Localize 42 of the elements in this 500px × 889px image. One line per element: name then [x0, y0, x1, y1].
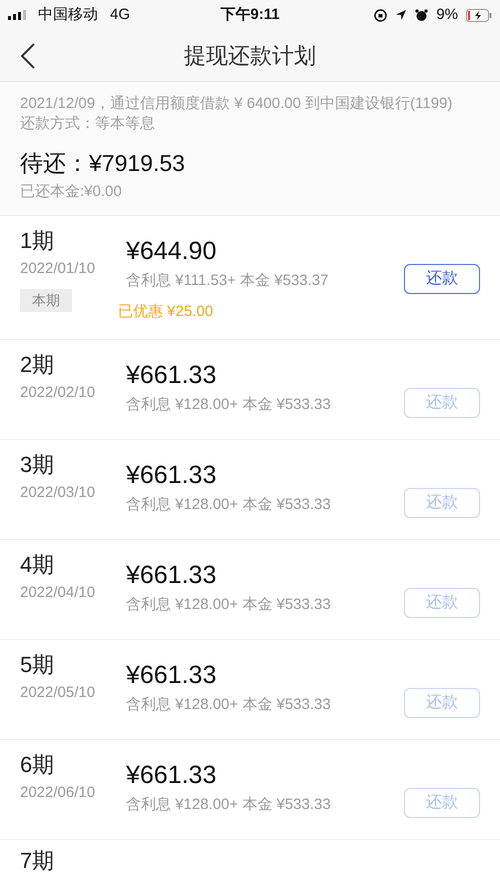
- amount-breakdown: 含利息 ¥128.00+ 本金 ¥533.33: [126, 695, 332, 715]
- due-date: 2022/03/10: [20, 483, 96, 503]
- location-arrow-icon: [395, 9, 408, 21]
- amount-breakdown: 含利息 ¥128.00+ 本金 ¥533.33: [126, 395, 332, 415]
- installment-amount: ¥661.33: [126, 760, 218, 790]
- page-title: 提现还款计划: [183, 42, 317, 70]
- battery-charging-icon: [466, 8, 492, 22]
- rotation-lock-icon: [374, 8, 388, 22]
- amount-breakdown: 含利息 ¥128.00+ 本金 ¥533.33: [126, 495, 332, 515]
- amount-breakdown: 含利息 ¥111.53+ 本金 ¥533.37: [126, 271, 330, 291]
- period-label: 7期: [20, 848, 56, 874]
- due-date: 2022/06/10: [20, 783, 96, 803]
- current-period-tag: 本期: [20, 288, 72, 312]
- outstanding-amount: ¥7919.53: [89, 149, 185, 178]
- outstanding-label: 待还：: [20, 149, 89, 178]
- period-label: 6期: [20, 752, 56, 778]
- installment-amount: ¥661.33: [126, 460, 218, 490]
- repaid-principal: 已还本金:¥0.00: [20, 182, 123, 202]
- loan-description: 2021/12/09，通过信用额度借款 ¥ 6400.00 到中国建设银行(1199): [20, 94, 454, 114]
- due-date: 2022/05/10: [20, 683, 96, 703]
- alarm-icon: [415, 8, 428, 22]
- installment-amount: ¥661.33: [126, 560, 218, 590]
- period-label: 1期: [20, 228, 56, 254]
- due-date: 2022/01/10: [20, 259, 96, 279]
- installment-amount: ¥644.90: [126, 236, 218, 266]
- period-label: 3期: [20, 452, 56, 478]
- battery-percent: 9%: [436, 4, 458, 25]
- carrier-name: 中国移动: [38, 4, 98, 25]
- period-label: 2期: [20, 352, 56, 378]
- installment-amount: ¥661.33: [126, 360, 218, 390]
- repayment-method: 还款方式：等本等息: [20, 114, 156, 134]
- amount-breakdown: 含利息 ¥128.00+ 本金 ¥533.33: [126, 795, 332, 815]
- installment-amount: ¥661.33: [126, 660, 218, 690]
- clock: 下午9:11: [219, 4, 281, 25]
- repay-button[interactable]: 还款: [404, 264, 480, 294]
- period-label: 5期: [20, 652, 56, 678]
- amount-breakdown: 含利息 ¥128.00+ 本金 ¥533.33: [126, 595, 332, 615]
- discount-text: 已优惠 ¥25.00: [118, 302, 214, 322]
- due-date: 2022/02/10: [20, 383, 96, 403]
- network-type: 4G: [110, 4, 130, 25]
- period-label: 4期: [20, 552, 56, 578]
- due-date: 2022/04/10: [20, 583, 96, 603]
